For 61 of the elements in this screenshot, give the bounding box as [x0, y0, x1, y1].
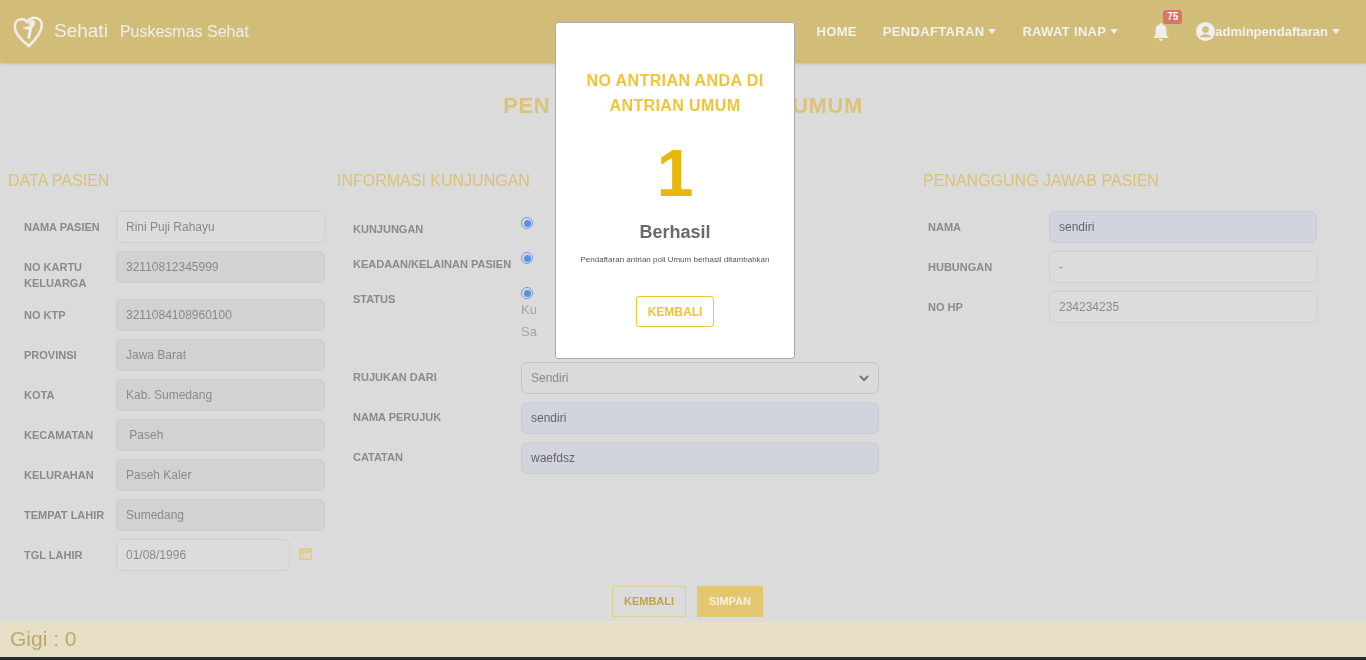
- input-field[interactable]: sendiri: [1049, 211, 1317, 243]
- input-field[interactable]: Sumedang: [116, 499, 325, 531]
- queue-number: 1: [656, 140, 694, 206]
- field-label: NAMA: [928, 220, 962, 235]
- nav-link[interactable]: PENDAFTARAN: [882, 21, 997, 42]
- section-heading: PENANGGUNG JAWAB PASIEN: [923, 171, 1159, 191]
- back-button[interactable]: KEMBALI: [635, 296, 715, 327]
- field-label: NAMA PASIEN: [24, 220, 101, 235]
- field-label: KELURAHAN: [24, 468, 95, 483]
- field-label: NO KTP: [24, 308, 67, 323]
- input-field[interactable]: -: [1049, 251, 1317, 283]
- section-heading: INFORMASI KUNJUNGAN: [337, 171, 530, 191]
- chevron-down-icon: [859, 374, 869, 382]
- caret-icon: [1332, 29, 1340, 34]
- modal-title: NO ANTRIAN ANDA DI ANTRIAN UMUM: [585, 71, 765, 116]
- calendar-icon[interactable]: [299, 547, 312, 560]
- field-label: NAMA PERUJUK: [353, 410, 443, 425]
- field-label: HUBUNGAN: [928, 260, 994, 275]
- save-button[interactable]: SIMPAN: [697, 586, 764, 617]
- queue-count: Gigi : 0: [10, 626, 77, 653]
- back-button[interactable]: KEMBALI: [611, 586, 687, 617]
- modal-message: Pendaftaran antrian poli Umum berhasil ditambahkan: [580, 254, 770, 266]
- input-field[interactable]: sendiri: [521, 402, 879, 434]
- field-label: KEADAAN/KELAINAN PASIEN: [353, 257, 513, 272]
- bell-icon[interactable]: [1152, 21, 1171, 42]
- field-label: PROVINSI: [24, 348, 78, 363]
- input-field[interactable]: waefdsz: [521, 442, 879, 474]
- input-field[interactable]: 32110812345999: [116, 251, 325, 283]
- input-field[interactable]: 01/08/1996: [116, 539, 290, 571]
- field-label: KECAMATAN: [24, 428, 95, 443]
- field-label: NO KARTU KELUARGA: [24, 260, 88, 291]
- field-label: KUNJUNGAN: [353, 222, 425, 237]
- field-label: CATATAN: [353, 450, 404, 465]
- input-field[interactable]: Paseh Kaler: [116, 459, 325, 491]
- nav-link[interactable]: RAWAT INAP: [1022, 21, 1119, 42]
- page-title-fragment: UMUM: [792, 91, 863, 120]
- field-label: KOTA: [24, 388, 56, 403]
- site-name: Puskesmas Sehat: [119, 21, 249, 42]
- input-field[interactable]: Paseh: [116, 419, 325, 451]
- user-avatar-icon: [1196, 22, 1216, 41]
- field-label: NO HP: [928, 300, 964, 315]
- field-label: TEMPAT LAHIR: [24, 508, 106, 523]
- user-menu[interactable]: adminpendaftaran: [1196, 21, 1340, 42]
- input-field[interactable]: Jawa Barat: [116, 339, 325, 371]
- input-field[interactable]: Kab. Sumedang: [116, 379, 325, 411]
- input-field[interactable]: 234234235: [1049, 291, 1317, 323]
- heart-figure-icon: [12, 14, 46, 49]
- input-field[interactable]: Rini Puji Rahayu: [116, 211, 325, 243]
- field-label: TGL LAHIR: [24, 548, 84, 563]
- field-label: STATUS: [353, 292, 397, 307]
- caret-icon: [1110, 29, 1119, 34]
- page-title-fragment: PEN: [503, 91, 551, 120]
- input-field[interactable]: 3211084108960100: [116, 299, 325, 331]
- brand-name: Sehati: [54, 19, 108, 44]
- modal-status: Berhasil: [639, 221, 711, 244]
- notification-badge: 75: [1163, 9, 1183, 24]
- section-heading: DATA PASIEN: [8, 171, 110, 191]
- nav-link[interactable]: HOME: [816, 21, 857, 42]
- field-label: RUJUKAN DARI: [353, 370, 438, 385]
- caret-icon: [988, 29, 997, 34]
- dropdown-field[interactable]: Sendiri: [521, 362, 879, 394]
